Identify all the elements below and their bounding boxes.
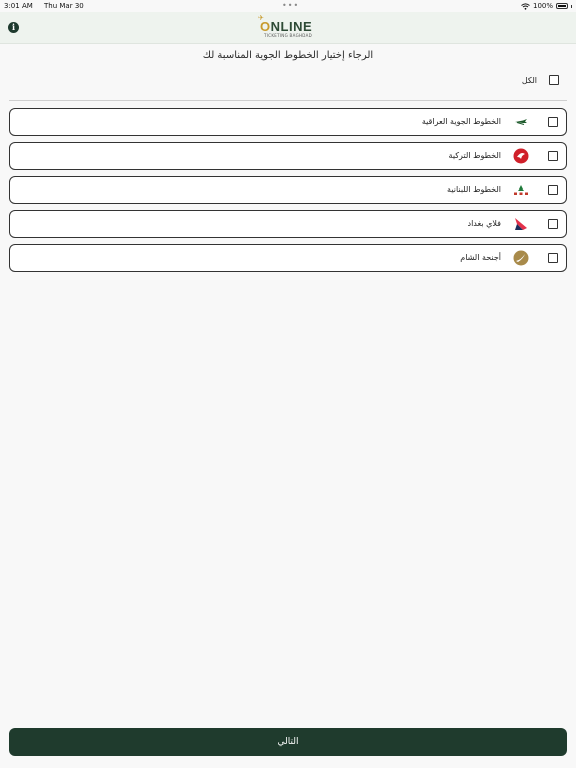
airline-checkbox[interactable] — [548, 253, 558, 263]
airline-name: فلاي بغداد — [467, 219, 501, 228]
logo-word: NLINE — [270, 19, 313, 34]
app-header: i ✈ ONLINE TICKETING BAGHDAD — [0, 12, 576, 44]
airline-item-turkish-airlines[interactable]: الخطوط التركية — [9, 142, 567, 170]
select-all-label: الكل — [521, 75, 537, 85]
status-date: Thu Mar 30 — [44, 2, 84, 10]
logo-subtitle: TICKETING BAGHDAD — [264, 33, 312, 38]
multitasking-dots[interactable]: ••• — [282, 0, 299, 12]
divider — [9, 100, 567, 101]
select-all-row[interactable]: الكل — [522, 75, 559, 85]
airline-checkbox[interactable] — [548, 117, 558, 127]
wifi-icon — [521, 2, 530, 10]
next-button[interactable]: التالي — [9, 728, 567, 756]
airline-name: الخطوط اللبنانية — [447, 185, 501, 194]
fly-baghdad-logo-icon — [515, 218, 527, 230]
airline-checkbox[interactable] — [548, 151, 558, 161]
airline-checkbox[interactable] — [548, 219, 558, 229]
airline-name: الخطوط الجوية العراقية — [421, 117, 501, 126]
logo-letter-o: O — [260, 19, 271, 34]
airline-item-mea[interactable]: الخطوط اللبنانية — [9, 176, 567, 204]
airline-item-fly-baghdad[interactable]: فلاي بغداد — [9, 210, 567, 238]
status-time: 3:01 AM — [4, 2, 33, 10]
info-icon[interactable]: i — [8, 22, 19, 33]
cham-wings-logo-icon — [513, 250, 529, 266]
airline-name: الخطوط التركية — [448, 151, 501, 160]
select-all-checkbox[interactable] — [549, 75, 559, 85]
airline-name: أجنحة الشام — [460, 253, 501, 262]
turkish-airlines-logo-icon — [513, 148, 529, 164]
airline-item-cham-wings[interactable]: أجنحة الشام — [9, 244, 567, 272]
iraqi-airways-logo-icon — [515, 119, 527, 125]
battery-percent: 100% — [532, 2, 553, 10]
airline-checkbox[interactable] — [548, 185, 558, 195]
page-title: الرجاء إختيار الخطوط الجوية المناسبة لك — [202, 50, 374, 61]
app-logo: ✈ ONLINE TICKETING BAGHDAD — [258, 14, 320, 42]
battery-icon — [556, 3, 568, 9]
airline-item-iraqi-airways[interactable]: الخطوط الجوية العراقية — [9, 108, 567, 136]
status-bar: 3:01 AM Thu Mar 30 ••• 100% — [0, 0, 576, 12]
mea-logo-icon — [514, 185, 528, 195]
